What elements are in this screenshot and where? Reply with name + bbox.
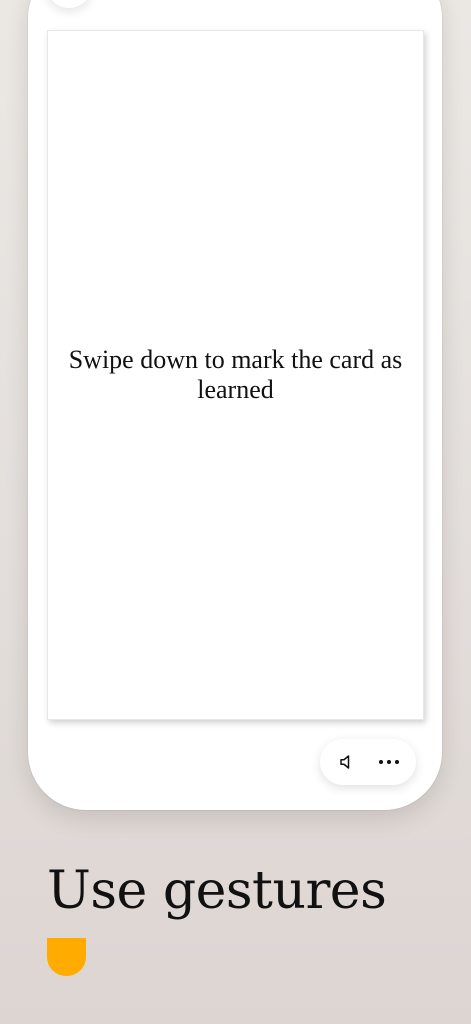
accent-tab (47, 938, 86, 976)
promo-headline: Use gestures (47, 861, 387, 921)
card-controls (320, 739, 416, 785)
phone-frame: Swipe down to mark the card as learned (28, 0, 442, 810)
flashcard-text: Swipe down to mark the card as learned (68, 345, 403, 404)
more-dots-icon[interactable] (371, 744, 407, 780)
top-left-button[interactable] (46, 0, 92, 8)
flashcard[interactable]: Swipe down to mark the card as learned (47, 30, 424, 720)
speaker-icon[interactable] (329, 744, 365, 780)
